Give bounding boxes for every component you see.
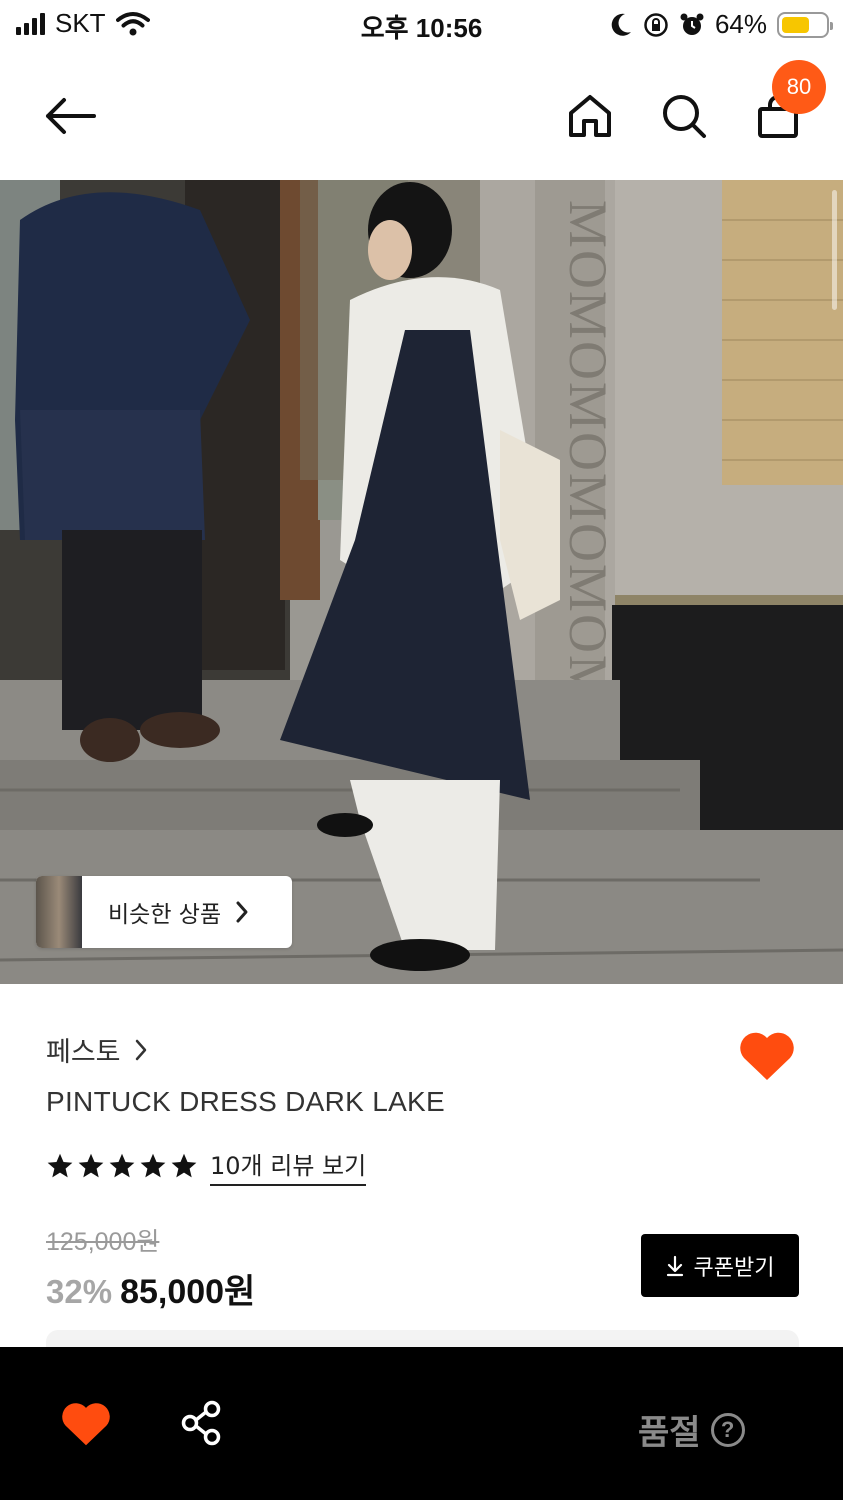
battery-icon (777, 11, 833, 38)
brand-link[interactable]: 페스토 (46, 1030, 147, 1069)
home-button[interactable] (562, 88, 618, 144)
coupon-download-button[interactable]: 쿠폰받기 (641, 1234, 799, 1297)
chevron-right-icon (135, 1039, 146, 1060)
status-right: 64% (609, 9, 833, 40)
arrow-left-icon (46, 98, 96, 134)
original-price: 125,000원 (46, 1228, 160, 1256)
price-row: 32% 85,000원 (46, 1264, 255, 1313)
battery-percent: 64% (714, 9, 767, 39)
rating-stars (46, 1152, 198, 1180)
bottom-action-bar: 품절 ? (0, 1347, 843, 1500)
wishlist-heart-button[interactable] (738, 1028, 796, 1086)
search-button[interactable] (656, 88, 712, 144)
rating-row: 10개 리뷰 보기 (46, 1146, 367, 1186)
product-title: PINTUCK DRESS DARK LAKE (46, 1086, 445, 1117)
chevron-right-icon (236, 901, 248, 923)
top-nav (0, 60, 843, 170)
share-icon (181, 1400, 221, 1446)
heart-icon (62, 1403, 110, 1446)
similar-product-thumbnail (36, 876, 82, 948)
battery-fill (782, 16, 809, 33)
star-icon (78, 1153, 104, 1178)
discount-rate: 32% (46, 1273, 113, 1310)
alarm-icon (680, 13, 704, 35)
help-icon[interactable]: ? (710, 1412, 745, 1447)
cart-count-badge: 80 (772, 60, 826, 114)
home-icon (569, 95, 611, 137)
soldout-label: 품절 (638, 1413, 701, 1453)
star-icon (109, 1153, 135, 1178)
heart-icon (740, 1032, 794, 1080)
download-icon (666, 1255, 683, 1276)
moon-icon (611, 13, 631, 36)
status-bar: SKT 오후 10:56 64% (0, 0, 843, 48)
sale-price: 85,000원 (120, 1273, 256, 1311)
bottom-wishlist-button[interactable] (60, 1399, 112, 1451)
svg-text:MOMOMOMOMOM: MOMOMOMOMOM (558, 200, 618, 705)
scroll-indicator (832, 190, 837, 310)
brand-name: 페스토 (46, 1037, 121, 1068)
product-image[interactable]: MOMOMOMOMOM 비슷한 상품 (0, 180, 843, 984)
search-icon (663, 95, 706, 138)
star-icon (47, 1153, 73, 1178)
star-icon (140, 1153, 166, 1178)
rotation-lock-icon (644, 12, 668, 37)
reviews-link[interactable]: 10개 리뷰 보기 (210, 1146, 367, 1186)
similar-products-button[interactable]: 비슷한 상품 (36, 876, 292, 948)
star-icon (171, 1153, 197, 1178)
product-photo: MOMOMOMOMOM (0, 180, 843, 984)
back-button[interactable] (42, 88, 98, 144)
similar-products-label: 비슷한 상품 (108, 902, 222, 928)
coupon-label: 쿠폰받기 (693, 1255, 775, 1281)
share-button[interactable] (178, 1399, 226, 1451)
soldout-status: 품절 ? (638, 1405, 745, 1454)
